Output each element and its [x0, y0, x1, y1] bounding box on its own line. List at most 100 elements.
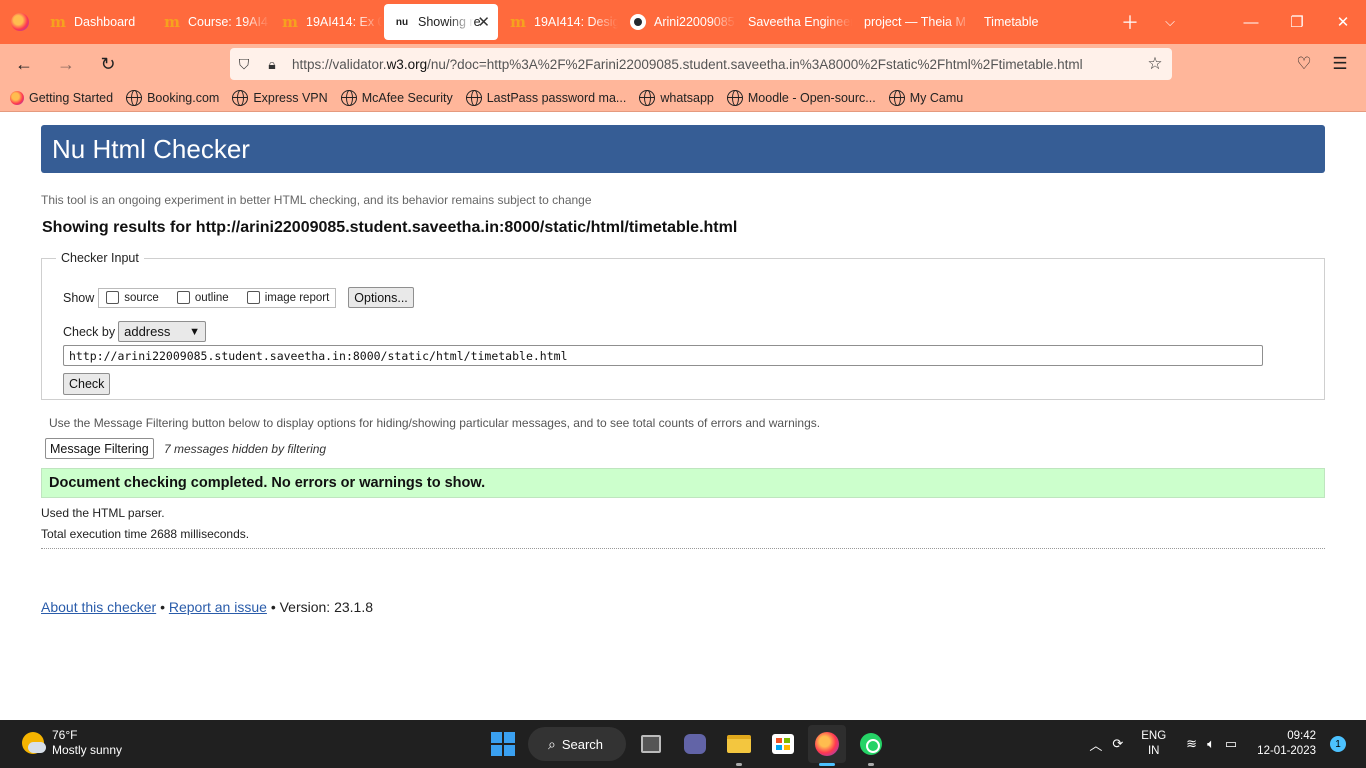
results-heading: Showing results for http://arini22009085…: [42, 219, 738, 236]
image-report-checkbox-label[interactable]: image report: [265, 292, 330, 304]
page-content: Nu Html Checker This tool is an ongoing …: [0, 113, 1366, 720]
tab-showing-results[interactable]: nu Showing re ✕: [384, 4, 498, 40]
experiment-note: This tool is an ongoing experiment in be…: [41, 193, 592, 207]
moodle-icon: m: [282, 13, 298, 31]
url-text[interactable]: https://validator.w3.org/nu/?doc=http%3A…: [292, 57, 1138, 72]
weather-condition: Mostly sunny: [52, 743, 123, 757]
store-icon: [772, 734, 794, 754]
outline-checkbox[interactable]: [176, 291, 190, 304]
minimize-button[interactable]: —: [1228, 0, 1274, 44]
temperature: 76°F: [52, 728, 78, 742]
store-button[interactable]: [764, 725, 802, 763]
message-filtering-button[interactable]: Message Filtering: [45, 438, 154, 459]
close-window-button[interactable]: ✕: [1320, 0, 1366, 44]
restore-button[interactable]: ❐: [1274, 0, 1320, 44]
taskbar: 76°F Mostly sunny ⌕ Search ︿ ⟳ ENG IN ≋ …: [0, 720, 1366, 768]
tab-label: Timetable: [984, 15, 1039, 29]
tab-github[interactable]: Arini22009085: [620, 4, 736, 40]
pocket-icon[interactable]: ♡: [1286, 48, 1322, 80]
close-tab-icon[interactable]: ✕: [477, 13, 490, 31]
outline-checkbox-label[interactable]: outline: [195, 292, 229, 304]
taskbar-search[interactable]: ⌕ Search: [528, 727, 626, 761]
bookmark-whatsapp[interactable]: whatsapp: [639, 89, 714, 106]
file-explorer-button[interactable]: [720, 725, 758, 766]
tab-label: Dashboard: [74, 15, 136, 29]
task-view-icon: [641, 735, 661, 753]
check-by-select[interactable]: address ▼: [118, 321, 207, 342]
new-tab-button[interactable]: ＋: [1110, 0, 1150, 44]
hamburger-menu-icon[interactable]: ☰: [1322, 48, 1358, 80]
bookmark-booking[interactable]: Booking.com: [126, 89, 219, 106]
tab-dashboard[interactable]: m Dashboard: [40, 4, 152, 40]
weather-widget[interactable]: 76°F Mostly sunny: [22, 728, 122, 758]
clock[interactable]: 09:42 12-01-2023: [1257, 729, 1316, 759]
source-checkbox-label[interactable]: source: [124, 292, 159, 304]
bookmark-star-icon[interactable]: ☆: [1138, 54, 1172, 74]
tab-saveetha[interactable]: Saveetha Engineer: [738, 4, 852, 40]
moodle-icon: m: [50, 13, 66, 31]
bookmark-lastpass[interactable]: LastPass password ma...: [465, 89, 626, 106]
navigation-toolbar: ← → ↻ ⛉ 🔒︎ https://validator.w3.org/nu/?…: [0, 44, 1366, 84]
bookmark-mcafee[interactable]: McAfee Security: [340, 89, 453, 106]
date: 12-01-2023: [1257, 745, 1316, 757]
address-input[interactable]: http://arini22009085.student.saveetha.in…: [63, 345, 1263, 366]
image-report-checkbox[interactable]: [246, 291, 260, 304]
globe-icon: [888, 89, 905, 106]
bookmark-moodle[interactable]: Moodle - Open-sourc...: [726, 89, 876, 106]
back-arrow-icon: ←: [15, 53, 33, 74]
reload-icon: ↻: [100, 53, 116, 74]
check-by-value: address: [124, 324, 171, 339]
notification-badge[interactable]: 1: [1330, 736, 1346, 752]
tab-course[interactable]: m Course: 19AI4: [154, 4, 270, 40]
options-button[interactable]: Options...: [348, 287, 414, 308]
separator: •: [270, 599, 276, 615]
shield-icon[interactable]: ⛉: [230, 56, 258, 73]
bookmarks-toolbar: Getting Started Booking.com Express VPN …: [0, 84, 1366, 112]
bookmark-my-camu[interactable]: My Camu: [888, 89, 963, 106]
page-title: Nu Html Checker: [41, 125, 1325, 173]
windows-icon: [491, 732, 515, 756]
report-issue-link[interactable]: Report an issue: [169, 599, 267, 615]
address-bar[interactable]: ⛉ 🔒︎ https://validator.w3.org/nu/?doc=ht…: [230, 48, 1172, 80]
check-button[interactable]: Check: [63, 373, 111, 395]
filter-note: Use the Message Filtering button below t…: [49, 416, 821, 430]
tab-design[interactable]: m 19AI414: Desig: [500, 4, 618, 40]
tab-timetable[interactable]: Timetable: [974, 4, 1066, 40]
forward-arrow-icon: →: [57, 53, 75, 74]
moodle-icon: m: [510, 13, 526, 31]
about-checker-link[interactable]: About this checker: [41, 599, 156, 615]
reload-button[interactable]: ↻: [90, 48, 126, 80]
checker-input-legend: Checker Input: [61, 251, 139, 265]
show-options-row: Show source outline image report Options…: [63, 287, 414, 308]
tab-ex03[interactable]: m 19AI414: Ex 03: [272, 4, 382, 40]
divider: [41, 548, 1325, 549]
task-view-button[interactable]: [632, 725, 670, 763]
back-button[interactable]: ←: [6, 48, 42, 80]
wifi-icon[interactable]: ≋: [1186, 736, 1197, 752]
forward-button[interactable]: →: [48, 48, 84, 80]
source-checkbox[interactable]: [106, 291, 120, 304]
globe-icon: [639, 89, 656, 106]
teams-chat-button[interactable]: [676, 725, 714, 763]
bookmark-getting-started[interactable]: Getting Started: [10, 90, 113, 105]
system-tray: ︿ ⟳ ENG IN ≋ 🔈︎ ▭ 09:42 12-01-2023 1: [1089, 720, 1366, 768]
globe-icon: [340, 89, 357, 106]
weather-icon: [22, 732, 46, 754]
language-indicator[interactable]: ENG IN: [1141, 729, 1166, 759]
chevron-up-icon[interactable]: ︿: [1089, 735, 1102, 754]
volume-icon[interactable]: 🔈︎: [1207, 736, 1215, 752]
hidden-messages-count: 7 messages hidden by filtering: [164, 442, 327, 456]
firefox-icon: [11, 13, 29, 31]
bookmark-express-vpn[interactable]: Express VPN: [232, 89, 328, 106]
tab-theia[interactable]: project — Theia M: [854, 4, 972, 40]
checker-input-fieldset: Checker Input Show source outline image …: [41, 251, 1325, 400]
execution-time: Total execution time 2688 milliseconds.: [41, 527, 250, 541]
whatsapp-taskbar-button[interactable]: [852, 725, 890, 766]
list-all-tabs-button[interactable]: ⌵: [1150, 0, 1190, 44]
firefox-taskbar-button[interactable]: [808, 725, 846, 766]
sync-icon[interactable]: ⟳: [1112, 736, 1123, 752]
firefox-view-button[interactable]: [0, 0, 40, 44]
start-button[interactable]: [484, 725, 522, 763]
battery-icon[interactable]: ▭: [1225, 736, 1237, 752]
lock-icon[interactable]: 🔒︎: [258, 56, 286, 73]
